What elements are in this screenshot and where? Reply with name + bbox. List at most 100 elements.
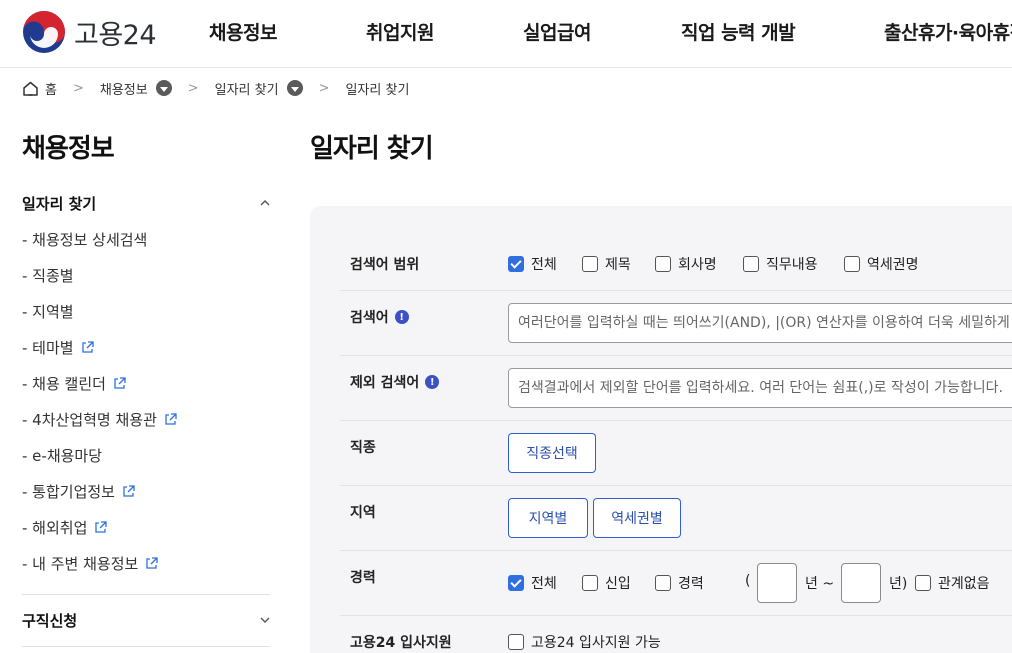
scope-all-checkbox[interactable]: 전체 <box>508 254 557 274</box>
sidebar-item-detail-search[interactable]: - 채용정보 상세검색 <box>22 229 147 250</box>
nav-item-employment-support[interactable]: 취업지원 <box>366 18 434 45</box>
page-title: 일자리 찾기 <box>310 134 434 164</box>
checkbox-checked-icon[interactable] <box>508 256 524 272</box>
sidebar-section-job-application: 구직신청 <box>22 609 270 631</box>
sidebar-item-label: - 지역별 <box>22 303 74 321</box>
global-nav: 채용정보 취업지원 실업급여 직업 능력 개발 출산휴가·육아휴직 <box>0 0 1012 68</box>
breadcrumb-level2[interactable]: 일자리 찾기 <box>215 79 279 98</box>
region-label: 지역 <box>350 505 376 521</box>
keyword-input[interactable] <box>508 303 1012 343</box>
sidebar-item-e-recruit[interactable]: - e-채용마당 <box>22 445 102 466</box>
sidebar-section-job-search: 일자리 찾기 <box>22 192 270 214</box>
search-scope-label: 검색어 범위 <box>350 257 420 273</box>
breadcrumb-level1[interactable]: 채용정보 <box>100 79 148 98</box>
scope-job-desc-checkbox[interactable]: 직무내용 <box>743 254 818 274</box>
sidebar-item-by-region[interactable]: - 지역별 <box>22 301 74 322</box>
sidebar-item-4th-industry[interactable]: - 4차산업혁명 채용관 <box>22 409 178 430</box>
breadcrumb-current: 일자리 찾기 <box>345 82 410 98</box>
career-irrelevant-checkbox[interactable]: 관계없음 <box>915 573 990 593</box>
checkbox-icon[interactable] <box>844 256 860 272</box>
career-experienced-checkbox[interactable]: 경력 <box>655 573 704 593</box>
sidebar-item-label: - 채용 캘린더 <box>22 375 106 393</box>
chevron-up-icon[interactable] <box>260 198 270 208</box>
sidebar-section-header[interactable]: 구직신청 <box>22 609 270 631</box>
dropdown-icon[interactable] <box>155 80 172 96</box>
occupation-label: 직종 <box>350 440 376 456</box>
career-all-checkbox[interactable]: 전체 <box>508 573 557 593</box>
sidebar-item-by-occupation[interactable]: - 직종별 <box>22 265 74 286</box>
breadcrumb-separator-icon: > <box>72 80 84 96</box>
breadcrumb: 홈 > 채용정보 > 일자리 찾기 > 일자리 찾기 <box>22 77 409 99</box>
career-to-unit: 년) <box>889 576 908 592</box>
checkbox-icon[interactable] <box>743 256 759 272</box>
checkbox-icon[interactable] <box>582 256 598 272</box>
nav-item-unemployment-benefits[interactable]: 실업급여 <box>523 18 591 45</box>
row-divider <box>340 550 1012 551</box>
scope-company-checkbox[interactable]: 회사명 <box>655 254 717 274</box>
sidebar-section-header[interactable]: 일자리 찾기 <box>22 192 270 214</box>
sidebar-divider <box>22 646 270 647</box>
breadcrumb-home[interactable]: 홈 <box>45 79 57 98</box>
region-by-station-button[interactable]: 역세권별 <box>593 498 681 538</box>
career-from-unit: 년 ~ <box>805 576 835 592</box>
scope-station-checkbox[interactable]: 역세권명 <box>844 254 919 274</box>
sidebar-item-overseas[interactable]: - 해외취업 <box>22 517 108 538</box>
keyword-label: 검색어! <box>350 307 409 327</box>
sidebar-item-company-info[interactable]: - 통합기업정보 <box>22 481 136 502</box>
sidebar-item-label: - 테마별 <box>22 339 74 357</box>
sidebar-item-label: - 4차산업혁명 채용관 <box>22 411 157 429</box>
goyong24-apply-checkbox[interactable]: 고용24 입사지원 가능 <box>508 632 661 652</box>
checkbox-icon[interactable] <box>508 634 524 650</box>
site-header: 고용24 채용정보 취업지원 실업급여 직업 능력 개발 출산휴가·육아휴직 <box>0 0 1012 68</box>
region-by-area-button[interactable]: 지역별 <box>508 498 588 538</box>
sidebar-divider <box>22 594 270 595</box>
sidebar-item-label: - 내 주변 채용정보 <box>22 555 139 573</box>
sidebar-section-label: 구직신청 <box>22 611 78 630</box>
sidebar-item-label: - e-채용마당 <box>22 447 103 465</box>
career-years-to-input[interactable] <box>841 563 881 603</box>
career-new-checkbox[interactable]: 신입 <box>582 573 631 593</box>
row-divider <box>340 485 1012 486</box>
career-open-paren: ( <box>745 573 751 589</box>
row-divider <box>340 615 1012 616</box>
row-divider <box>340 420 1012 421</box>
sidebar-item-label: - 해외취업 <box>22 519 88 537</box>
external-link-icon <box>165 413 177 425</box>
info-icon[interactable]: ! <box>425 375 440 389</box>
breadcrumb-separator-icon: > <box>187 80 199 96</box>
external-link-icon <box>95 521 108 533</box>
checkbox-checked-icon[interactable] <box>508 575 524 591</box>
select-occupation-button[interactable]: 직종선택 <box>508 433 596 473</box>
goyong24-apply-label: 고용24 입사지원 <box>350 635 452 651</box>
checkbox-icon[interactable] <box>915 575 931 591</box>
external-link-icon <box>123 485 135 497</box>
checkbox-icon[interactable] <box>655 256 671 272</box>
external-link-icon <box>81 341 94 353</box>
sidebar-item-job-calendar[interactable]: - 채용 캘린더 <box>22 373 127 394</box>
exclude-keyword-label: 제외 검색어! <box>350 372 440 392</box>
row-divider <box>340 290 1012 291</box>
row-divider <box>340 355 1012 356</box>
home-icon[interactable] <box>22 80 39 97</box>
career-years-from-input[interactable] <box>757 563 797 603</box>
nav-item-parental-leave[interactable]: 출산휴가·육아휴직 <box>884 18 1012 45</box>
sidebar-item-label: - 통합기업정보 <box>22 483 115 501</box>
breadcrumb-separator-icon: > <box>318 80 330 96</box>
chevron-down-icon[interactable] <box>260 615 270 625</box>
scope-title-checkbox[interactable]: 제목 <box>582 254 631 274</box>
sidebar-item-label: - 직종별 <box>22 267 74 285</box>
sidebar-section-label: 일자리 찾기 <box>22 194 97 213</box>
dropdown-icon[interactable] <box>286 80 303 96</box>
checkbox-icon[interactable] <box>582 575 598 591</box>
sidebar-title: 채용정보 <box>22 134 115 164</box>
info-icon[interactable]: ! <box>394 310 409 324</box>
exclude-keyword-input[interactable] <box>508 368 1012 408</box>
nav-item-jobs[interactable]: 채용정보 <box>209 18 277 45</box>
sidebar-item-nearby[interactable]: - 내 주변 채용정보 <box>22 553 159 574</box>
external-link-icon <box>114 377 126 389</box>
career-label: 경력 <box>350 570 376 586</box>
sidebar-item-by-theme[interactable]: - 테마별 <box>22 337 95 358</box>
nav-item-vocational-training[interactable]: 직업 능력 개발 <box>681 18 796 45</box>
checkbox-icon[interactable] <box>655 575 671 591</box>
external-link-icon <box>146 557 158 569</box>
